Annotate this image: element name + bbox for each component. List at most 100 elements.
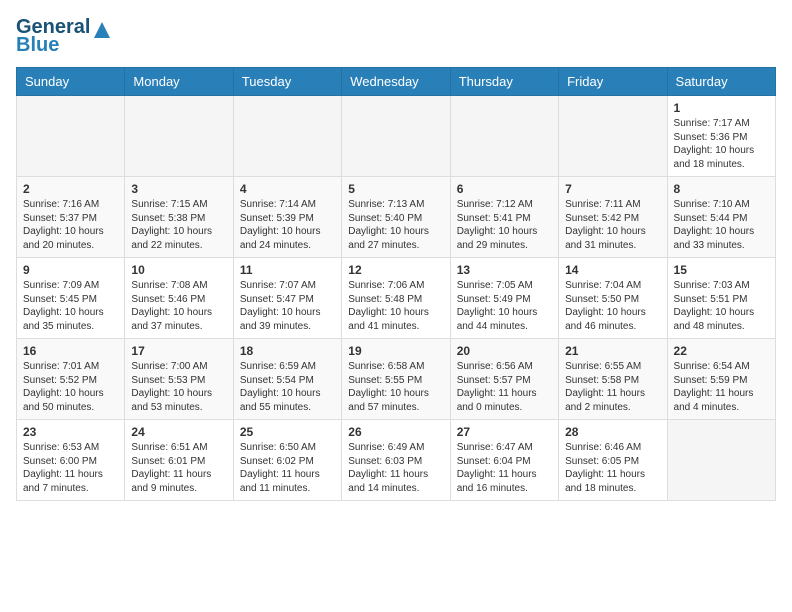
weekday-header-row: SundayMondayTuesdayWednesdayThursdayFrid… bbox=[17, 68, 776, 96]
calendar-day-cell: 24 Sunrise: 6:51 AM Sunset: 6:01 PM Dayli… bbox=[125, 420, 233, 501]
calendar-week-row: 23Sunrise: 6:53 AM Sunset: 6:00 PM Dayli… bbox=[17, 420, 776, 501]
calendar-day-cell bbox=[342, 96, 450, 177]
day-info: Sunrise: 7:01 AM Sunset: 5:52 PM Dayligh… bbox=[23, 360, 118, 414]
calendar-day-cell: 7 Sunrise: 7:11 AM Sunset: 5:42 PM Daylig… bbox=[559, 177, 667, 258]
calendar-week-row: 1 Sunrise: 7:17 AM Sunset: 5:36 PM Daylig… bbox=[17, 96, 776, 177]
day-info: Sunrise: 6:58 AM Sunset: 5:55 PM Dayligh… bbox=[348, 360, 443, 414]
day-number: 1 bbox=[674, 101, 769, 115]
calendar-day-cell bbox=[17, 96, 125, 177]
day-info: Sunrise: 7:12 AM Sunset: 5:41 PM Dayligh… bbox=[457, 198, 552, 252]
day-number: 26 bbox=[348, 425, 443, 439]
day-info: Sunrise: 6:46 AM Sunset: 6:05 PM Dayligh… bbox=[565, 441, 660, 495]
day-number: 25 bbox=[240, 425, 335, 439]
weekday-header-cell: Sunday bbox=[17, 68, 125, 96]
weekday-header-cell: Friday bbox=[559, 68, 667, 96]
calendar-body: 1 Sunrise: 7:17 AM Sunset: 5:36 PM Daylig… bbox=[17, 96, 776, 501]
calendar-day-cell: 22 Sunrise: 6:54 AM Sunset: 5:59 PM Dayli… bbox=[667, 339, 775, 420]
day-info: Sunrise: 6:54 AM Sunset: 5:59 PM Dayligh… bbox=[674, 360, 769, 414]
calendar-day-cell: 1 Sunrise: 7:17 AM Sunset: 5:36 PM Daylig… bbox=[667, 96, 775, 177]
calendar-day-cell: 27 Sunrise: 6:47 AM Sunset: 6:04 PM Dayli… bbox=[450, 420, 558, 501]
day-info: Sunrise: 7:11 AM Sunset: 5:42 PM Dayligh… bbox=[565, 198, 660, 252]
day-info: Sunrise: 7:04 AM Sunset: 5:50 PM Dayligh… bbox=[565, 279, 660, 333]
day-info: Sunrise: 7:06 AM Sunset: 5:48 PM Dayligh… bbox=[348, 279, 443, 333]
calendar-day-cell: 13 Sunrise: 7:05 AM Sunset: 5:49 PM Dayli… bbox=[450, 258, 558, 339]
day-number: 11 bbox=[240, 263, 335, 277]
calendar-day-cell: 21 Sunrise: 6:55 AM Sunset: 5:58 PM Dayli… bbox=[559, 339, 667, 420]
day-info: Sunrise: 7:09 AM Sunset: 5:45 PM Dayligh… bbox=[23, 279, 118, 333]
calendar-day-cell: 17Sunrise: 7:00 AM Sunset: 5:53 PM Dayli… bbox=[125, 339, 233, 420]
weekday-header-cell: Thursday bbox=[450, 68, 558, 96]
calendar-table: SundayMondayTuesdayWednesdayThursdayFrid… bbox=[16, 67, 776, 501]
day-info: Sunrise: 6:47 AM Sunset: 6:04 PM Dayligh… bbox=[457, 441, 552, 495]
calendar-day-cell bbox=[559, 96, 667, 177]
weekday-header-cell: Saturday bbox=[667, 68, 775, 96]
calendar-day-cell: 28 Sunrise: 6:46 AM Sunset: 6:05 PM Dayli… bbox=[559, 420, 667, 501]
day-number: 5 bbox=[348, 182, 443, 196]
day-number: 24 bbox=[131, 425, 226, 439]
day-number: 20 bbox=[457, 344, 552, 358]
calendar-day-cell: 10 Sunrise: 7:08 AM Sunset: 5:46 PM Dayli… bbox=[125, 258, 233, 339]
calendar-week-row: 16 Sunrise: 7:01 AM Sunset: 5:52 PM Dayli… bbox=[17, 339, 776, 420]
day-number: 8 bbox=[674, 182, 769, 196]
day-number: 13 bbox=[457, 263, 552, 277]
calendar-day-cell: 14Sunrise: 7:04 AM Sunset: 5:50 PM Dayli… bbox=[559, 258, 667, 339]
day-info: Sunrise: 6:49 AM Sunset: 6:03 PM Dayligh… bbox=[348, 441, 443, 495]
day-number: 7 bbox=[565, 182, 660, 196]
calendar-day-cell: 20 Sunrise: 6:56 AM Sunset: 5:57 PM Dayli… bbox=[450, 339, 558, 420]
day-info: Sunrise: 7:07 AM Sunset: 5:47 PM Dayligh… bbox=[240, 279, 335, 333]
calendar-day-cell: 16 Sunrise: 7:01 AM Sunset: 5:52 PM Dayli… bbox=[17, 339, 125, 420]
day-info: Sunrise: 7:16 AM Sunset: 5:37 PM Dayligh… bbox=[23, 198, 118, 252]
day-info: Sunrise: 6:50 AM Sunset: 6:02 PM Dayligh… bbox=[240, 441, 335, 495]
day-number: 19 bbox=[348, 344, 443, 358]
calendar-day-cell: 6 Sunrise: 7:12 AM Sunset: 5:41 PM Daylig… bbox=[450, 177, 558, 258]
calendar-day-cell: 23Sunrise: 6:53 AM Sunset: 6:00 PM Dayli… bbox=[17, 420, 125, 501]
day-number: 17 bbox=[131, 344, 226, 358]
day-info: Sunrise: 7:14 AM Sunset: 5:39 PM Dayligh… bbox=[240, 198, 335, 252]
day-number: 9 bbox=[23, 263, 118, 277]
day-number: 4 bbox=[240, 182, 335, 196]
day-number: 16 bbox=[23, 344, 118, 358]
day-info: Sunrise: 6:55 AM Sunset: 5:58 PM Dayligh… bbox=[565, 360, 660, 414]
calendar-day-cell: 4 Sunrise: 7:14 AM Sunset: 5:39 PM Daylig… bbox=[233, 177, 341, 258]
calendar-day-cell: 18Sunrise: 6:59 AM Sunset: 5:54 PM Dayli… bbox=[233, 339, 341, 420]
calendar-day-cell bbox=[450, 96, 558, 177]
day-info: Sunrise: 6:51 AM Sunset: 6:01 PM Dayligh… bbox=[131, 441, 226, 495]
calendar-week-row: 2 Sunrise: 7:16 AM Sunset: 5:37 PM Daylig… bbox=[17, 177, 776, 258]
day-info: Sunrise: 7:03 AM Sunset: 5:51 PM Dayligh… bbox=[674, 279, 769, 333]
day-number: 15 bbox=[674, 263, 769, 277]
day-number: 28 bbox=[565, 425, 660, 439]
calendar-day-cell: 8 Sunrise: 7:10 AM Sunset: 5:44 PM Daylig… bbox=[667, 177, 775, 258]
day-number: 10 bbox=[131, 263, 226, 277]
day-info: Sunrise: 7:17 AM Sunset: 5:36 PM Dayligh… bbox=[674, 117, 769, 171]
day-number: 23 bbox=[23, 425, 118, 439]
calendar-day-cell: 9 Sunrise: 7:09 AM Sunset: 5:45 PM Daylig… bbox=[17, 258, 125, 339]
header: General Blue bbox=[16, 16, 776, 57]
calendar-day-cell: 12 Sunrise: 7:06 AM Sunset: 5:48 PM Dayli… bbox=[342, 258, 450, 339]
day-info: Sunrise: 7:10 AM Sunset: 5:44 PM Dayligh… bbox=[674, 198, 769, 252]
calendar-day-cell: 2 Sunrise: 7:16 AM Sunset: 5:37 PM Daylig… bbox=[17, 177, 125, 258]
calendar-day-cell: 3Sunrise: 7:15 AM Sunset: 5:38 PM Daylig… bbox=[125, 177, 233, 258]
calendar-day-cell bbox=[233, 96, 341, 177]
day-number: 22 bbox=[674, 344, 769, 358]
day-info: Sunrise: 7:05 AM Sunset: 5:49 PM Dayligh… bbox=[457, 279, 552, 333]
day-info: Sunrise: 6:59 AM Sunset: 5:54 PM Dayligh… bbox=[240, 360, 335, 414]
logo: General Blue bbox=[16, 16, 108, 57]
day-info: Sunrise: 7:08 AM Sunset: 5:46 PM Dayligh… bbox=[131, 279, 226, 333]
calendar-day-cell: 5 Sunrise: 7:13 AM Sunset: 5:40 PM Daylig… bbox=[342, 177, 450, 258]
day-info: Sunrise: 7:13 AM Sunset: 5:40 PM Dayligh… bbox=[348, 198, 443, 252]
weekday-header-cell: Tuesday bbox=[233, 68, 341, 96]
weekday-header-cell: Wednesday bbox=[342, 68, 450, 96]
calendar-day-cell: 19 Sunrise: 6:58 AM Sunset: 5:55 PM Dayli… bbox=[342, 339, 450, 420]
day-number: 27 bbox=[457, 425, 552, 439]
day-number: 6 bbox=[457, 182, 552, 196]
day-info: Sunrise: 7:15 AM Sunset: 5:38 PM Dayligh… bbox=[131, 198, 226, 252]
day-number: 2 bbox=[23, 182, 118, 196]
day-info: Sunrise: 6:56 AM Sunset: 5:57 PM Dayligh… bbox=[457, 360, 552, 414]
calendar-day-cell: 25 Sunrise: 6:50 AM Sunset: 6:02 PM Dayli… bbox=[233, 420, 341, 501]
weekday-header-cell: Monday bbox=[125, 68, 233, 96]
day-number: 12 bbox=[348, 263, 443, 277]
day-number: 21 bbox=[565, 344, 660, 358]
calendar-day-cell: 11 Sunrise: 7:07 AM Sunset: 5:47 PM Dayli… bbox=[233, 258, 341, 339]
calendar-day-cell: 15 Sunrise: 7:03 AM Sunset: 5:51 PM Dayli… bbox=[667, 258, 775, 339]
calendar-day-cell: 26 Sunrise: 6:49 AM Sunset: 6:03 PM Dayli… bbox=[342, 420, 450, 501]
